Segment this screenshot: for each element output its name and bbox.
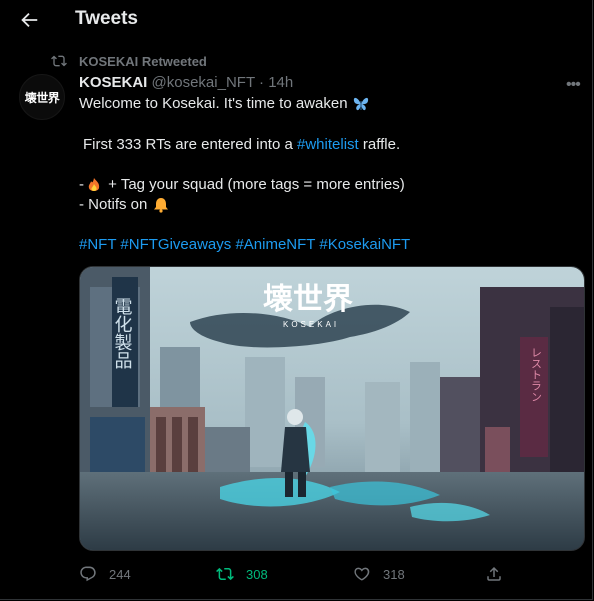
retweet-icon <box>216 567 234 581</box>
reply-count: 244 <box>109 566 131 582</box>
hashtag-kosekainft-link[interactable]: #KosekaiNFT <box>319 236 410 253</box>
user-handle[interactable]: @kosekai_NFT <box>152 74 255 91</box>
heart-icon <box>354 567 370 581</box>
anime-city-illustration: 電化製品 レストラン 壊世界 KOSEKAI <box>80 267 584 550</box>
tweet-line-3: - + Tag your squad (more tags = more ent… <box>79 176 405 193</box>
tweet-text-welcome: Welcome to Kosekai. It's time to awaken <box>79 95 348 112</box>
reply-button[interactable]: 244 <box>79 565 131 583</box>
avatar[interactable]: 壊世界 <box>19 74 65 120</box>
hashtag-nft-link[interactable]: #NFT <box>79 236 116 253</box>
retweet-context-icon <box>51 55 67 67</box>
sign-right-text: レストラン <box>530 347 543 402</box>
tweet-line-4: - Notifs on <box>79 196 170 213</box>
share-button[interactable] <box>485 565 503 583</box>
tweet-text-raffle: First 333 RTs are entered into a <box>83 136 297 153</box>
tweet-text-notifs: - Notifs on <box>79 196 148 213</box>
media-logo-subtext: KOSEKAI <box>283 320 339 329</box>
meta-separator: · <box>259 74 265 91</box>
display-name[interactable]: KOSEKAI <box>79 74 147 91</box>
hashtag-nftgiveaways-link[interactable]: #NFTGiveaways <box>120 236 231 253</box>
tweet-actions-bar: 244 308 318 <box>0 565 593 585</box>
retweet-count: 308 <box>246 566 268 582</box>
more-options-icon[interactable]: ••• <box>566 76 581 94</box>
tweet-media-image[interactable]: 電化製品 レストラン 壊世界 KOSEKAI <box>79 266 585 551</box>
tweet-text-raffle-end: raffle. <box>358 136 401 153</box>
share-icon <box>487 566 501 581</box>
retweet-button[interactable]: 308 <box>216 565 268 583</box>
arrow-left-icon[interactable] <box>18 9 40 31</box>
media-logo-text: 壊世界 <box>263 282 353 317</box>
butterfly-emoji-icon <box>353 97 368 111</box>
retweeted-by-label[interactable]: KOSEKAI Retweeted <box>79 54 207 69</box>
fire-emoji-icon <box>88 178 100 192</box>
avatar-logo-text: 壊世界 <box>24 90 60 105</box>
hashtag-line: #NFT #NFTGiveaways #AnimeNFT #KosekaiNFT <box>79 236 410 253</box>
hashtag-whitelist-link[interactable]: #whitelist <box>297 136 359 153</box>
header: Tweets <box>0 0 593 40</box>
tweet-line-2: First 333 RTs are entered into a #whitel… <box>83 136 400 153</box>
tweet-timestamp[interactable]: 14h <box>268 74 293 91</box>
like-count: 318 <box>383 566 405 582</box>
page-title: Tweets <box>75 8 139 29</box>
sign-left-text: 電化製品 <box>112 297 133 369</box>
bell-emoji-icon <box>153 198 168 213</box>
tweet-page: Tweets KOSEKAI Retweeted 壊世界 KOSEKAI @ko… <box>0 0 593 600</box>
reply-icon <box>80 566 96 582</box>
like-button[interactable]: 318 <box>353 565 405 583</box>
tweet-meta: KOSEKAI @kosekai_NFT · 14h <box>79 74 293 91</box>
hashtag-animenft-link[interactable]: #AnimeNFT <box>235 236 315 253</box>
tweet-text-tag-squad: + Tag your squad (more tags = more entri… <box>104 176 405 193</box>
tweet-line-1: Welcome to Kosekai. It's time to awaken <box>79 95 370 112</box>
